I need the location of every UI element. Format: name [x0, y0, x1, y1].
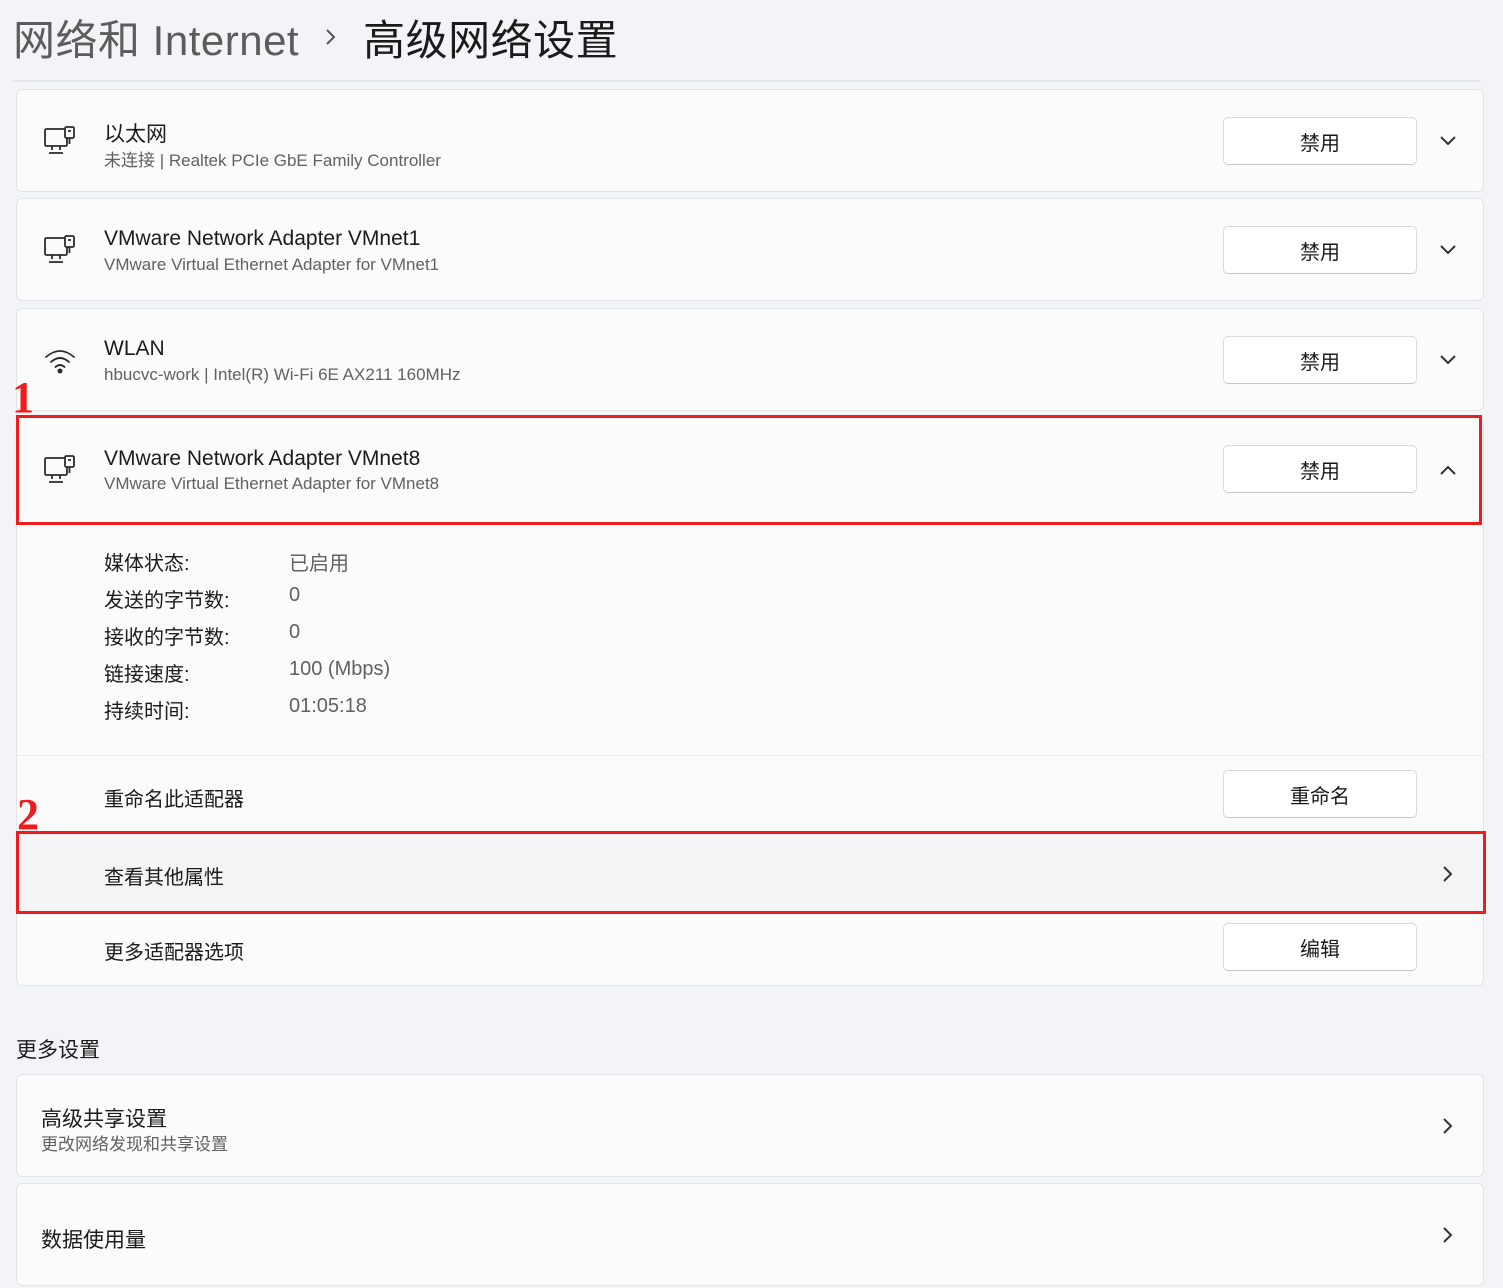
adapter-card-wlan[interactable]: WLAN hbucvc-work | Intel(R) Wi-Fi 6E AX2… [16, 308, 1484, 411]
property-value: 100 (Mbps) [289, 658, 391, 680]
chevron-right-icon [299, 26, 363, 48]
link-title: 数据使用量 [41, 1229, 146, 1252]
chevron-right-icon [1437, 1115, 1459, 1137]
adapter-subtitle: hbucvc-work | Intel(R) Wi-Fi 6E AX211 16… [104, 365, 461, 384]
disable-button[interactable]: 禁用 [1223, 117, 1417, 165]
link-title: 高级共享设置 [41, 1108, 167, 1131]
disable-button[interactable]: 禁用 [1223, 336, 1417, 384]
link-subtitle: 更改网络发现和共享设置 [41, 1135, 228, 1154]
adapter-card-ethernet[interactable]: 以太网 未连接 | Realtek PCIe GbE Family Contro… [16, 89, 1484, 192]
ethernet-icon [43, 233, 77, 267]
rename-button[interactable]: 重命名 [1223, 770, 1417, 818]
adapter-card-vmnet1[interactable]: VMware Network Adapter VMnet1 VMware Vir… [16, 198, 1484, 301]
section-heading-more-settings: 更多设置 [16, 1039, 100, 1062]
property-key: 发送的字节数: [104, 590, 230, 612]
rename-adapter-label: 重命名此适配器 [104, 789, 244, 811]
property-key: 接收的字节数: [104, 627, 230, 649]
annotation-marker-1: 1 [12, 373, 34, 422]
rename-adapter-row: 重命名此适配器 重命名 [17, 770, 1483, 818]
chevron-down-icon[interactable] [1437, 130, 1459, 152]
breadcrumb-parent-link[interactable]: 网络和 Internet [13, 7, 299, 68]
page-title: 高级网络设置 [363, 16, 619, 64]
data-usage-link[interactable]: 数据使用量 [16, 1183, 1484, 1286]
ethernet-icon [43, 124, 77, 158]
adapter-title: WLAN [104, 337, 165, 360]
property-value: 已启用 [289, 553, 349, 575]
property-key: 持续时间: [104, 701, 190, 723]
adapter-title: 以太网 [104, 123, 167, 146]
property-key: 链接速度: [104, 664, 190, 686]
wifi-icon [43, 343, 77, 377]
chevron-down-icon[interactable] [1437, 239, 1459, 261]
advanced-network-settings-page: 网络和 Internet 高级网络设置 以太网 未连接 | Realtek PC… [0, 0, 1503, 1288]
chevron-down-icon[interactable] [1437, 349, 1459, 371]
chevron-right-icon [1437, 1224, 1459, 1246]
more-adapter-options-row: 更多适配器选项 编辑 [17, 923, 1483, 971]
property-value: 0 [289, 584, 301, 606]
divider [17, 755, 1483, 756]
advanced-sharing-settings-link[interactable]: 高级共享设置 更改网络发现和共享设置 [16, 1074, 1484, 1177]
disable-button[interactable]: 禁用 [1223, 226, 1417, 274]
annotation-highlight-box-1 [16, 415, 1482, 525]
adapter-title: VMware Network Adapter VMnet1 [104, 227, 421, 250]
property-key: 媒体状态: [104, 553, 190, 575]
property-value: 01:05:18 [289, 695, 367, 717]
edit-button[interactable]: 编辑 [1223, 923, 1417, 971]
property-value: 0 [289, 621, 301, 643]
annotation-highlight-box-2 [16, 831, 1486, 914]
header-divider [13, 80, 1481, 82]
more-adapter-options-label: 更多适配器选项 [104, 942, 244, 964]
adapter-subtitle: 未连接 | Realtek PCIe GbE Family Controller [104, 151, 441, 170]
adapter-subtitle: VMware Virtual Ethernet Adapter for VMne… [104, 255, 440, 274]
breadcrumb: 网络和 Internet 高级网络设置 [13, 8, 618, 66]
